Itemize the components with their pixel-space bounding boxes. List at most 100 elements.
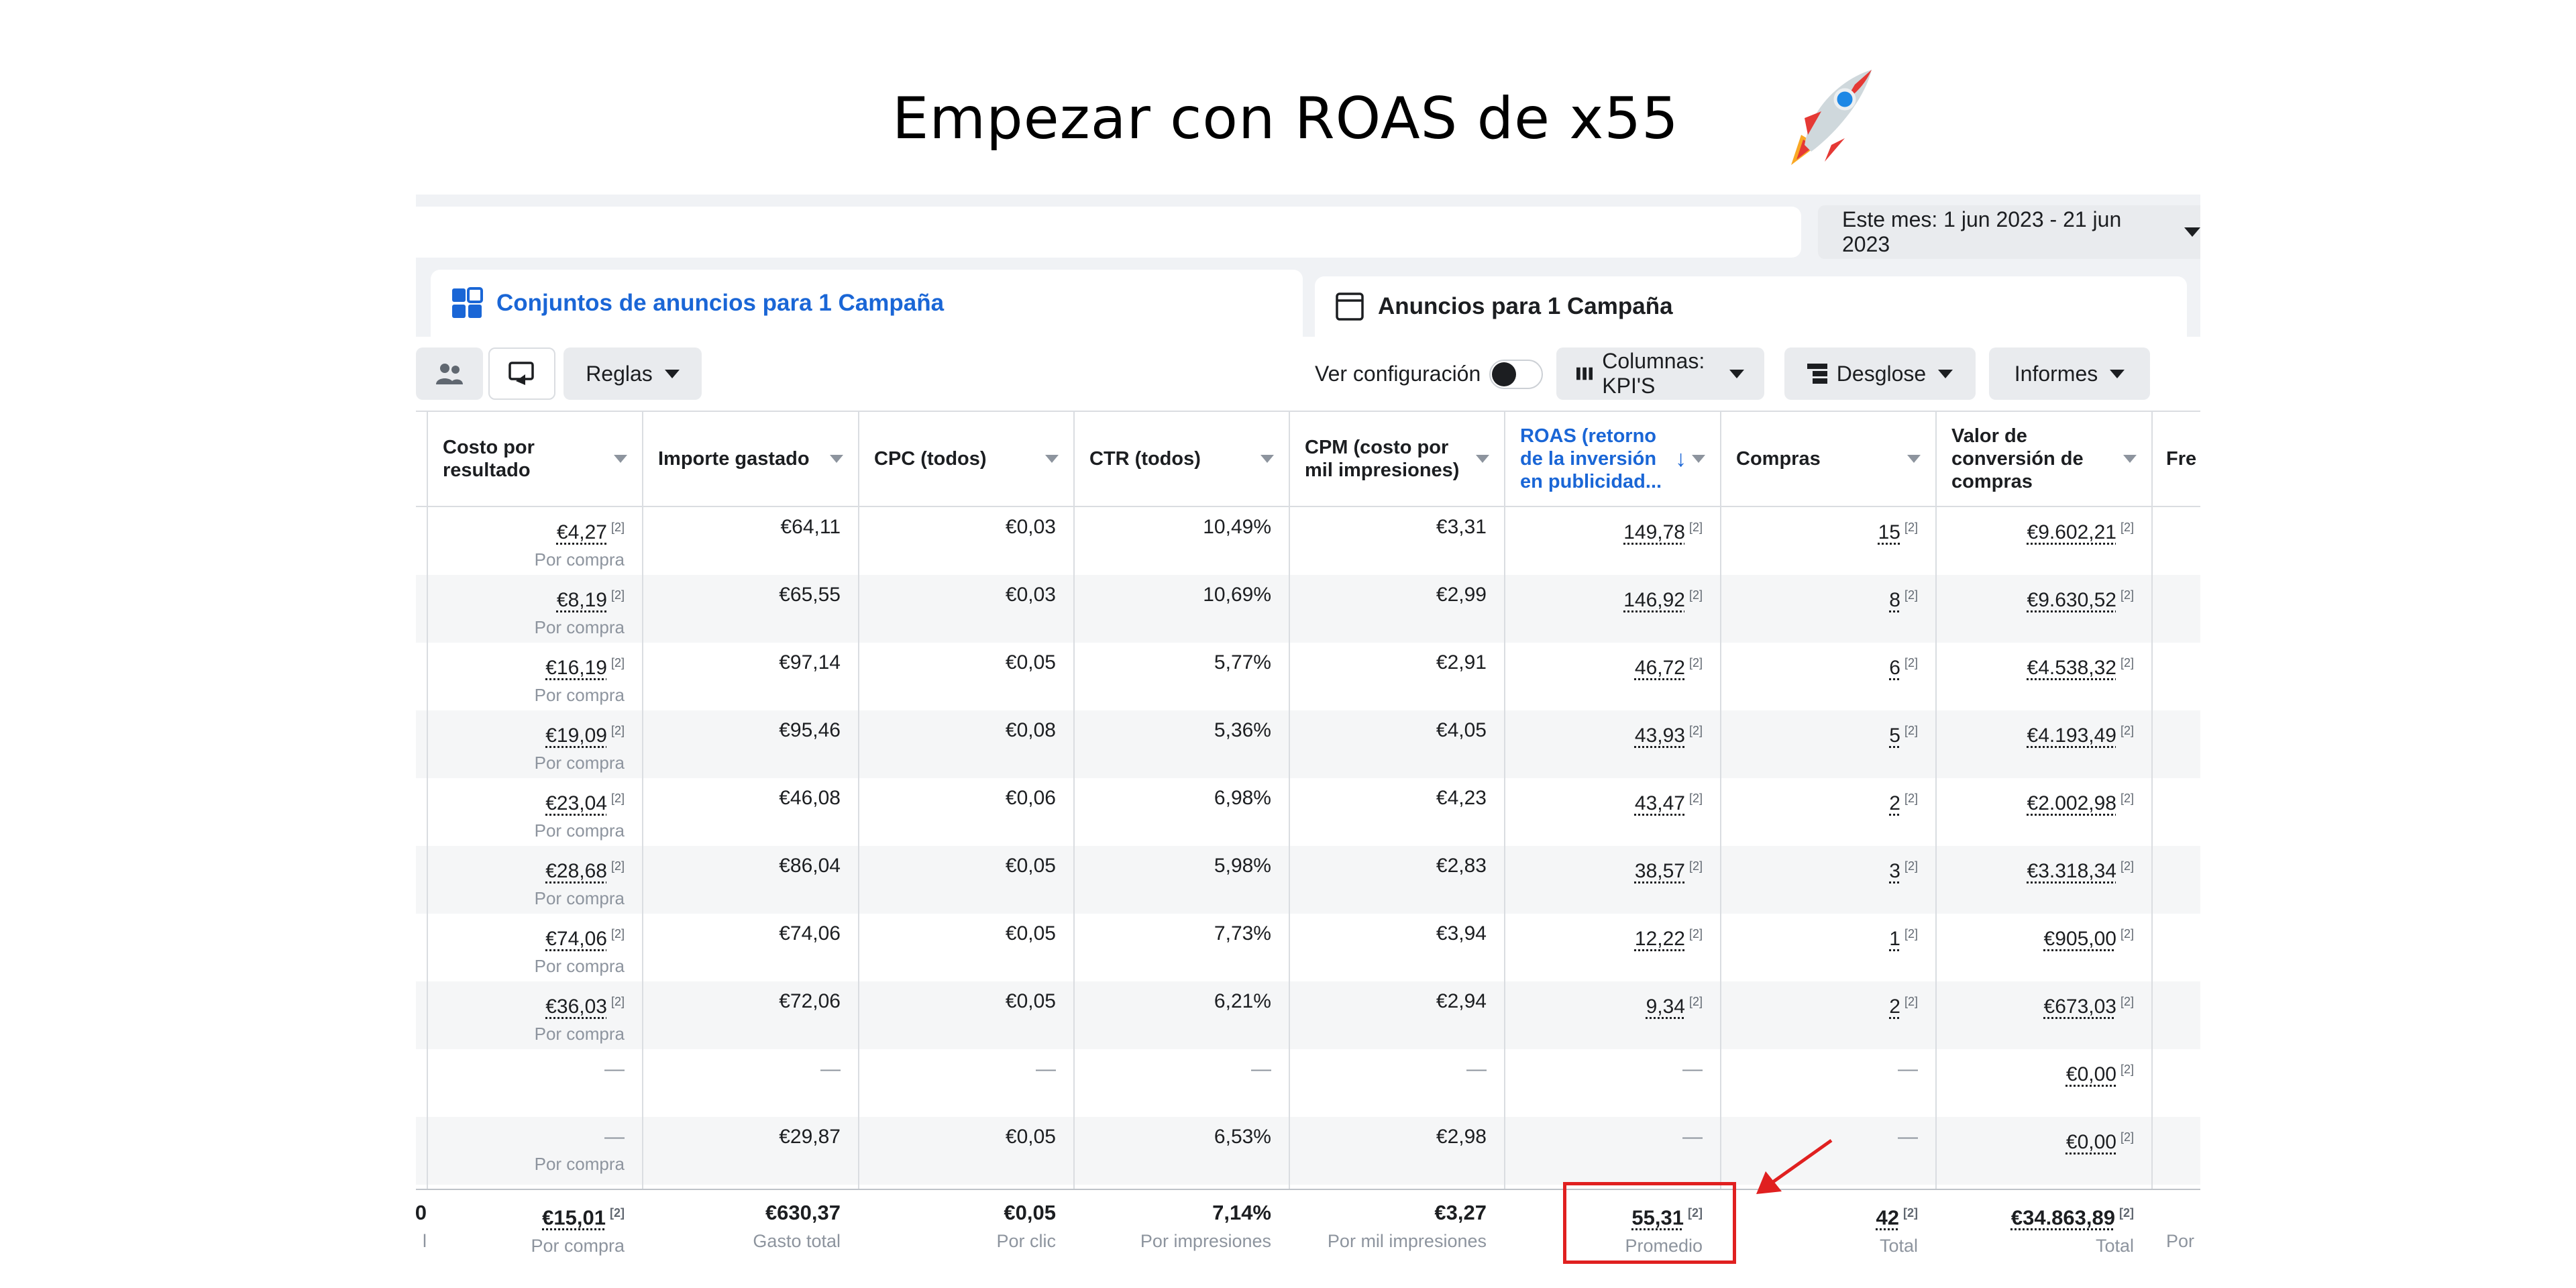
rules-button[interactable]: Reglas bbox=[564, 347, 702, 400]
cell-purchases[interactable]: — bbox=[1721, 1049, 1935, 1117]
cell-value[interactable]: €0,00 [2] bbox=[1937, 1049, 2151, 1117]
column-header-ctr[interactable]: CTR (todos) bbox=[1075, 412, 1289, 506]
cell-spent: €72,06 bbox=[779, 990, 841, 1012]
cell-roas[interactable]: 43,93 [2] bbox=[1505, 710, 1720, 778]
cell-sub-label: Por compra bbox=[534, 820, 625, 841]
red-arrow-icon bbox=[1756, 1138, 1833, 1194]
cell-value[interactable]: €905,00 [2] bbox=[1937, 914, 2151, 981]
cell-sub-label: Por compra bbox=[534, 549, 625, 570]
cell-sub-label: Por compra bbox=[534, 956, 625, 976]
cell-ctr: 10,49% bbox=[1203, 516, 1271, 538]
tab-ad-sets[interactable]: Conjuntos de anuncios para 1 Campaña bbox=[431, 270, 1303, 337]
cell-sub-label: Por compra bbox=[534, 1154, 625, 1174]
totals-cpm: €3,27 Por mil impresiones bbox=[1327, 1201, 1487, 1251]
cell-value[interactable]: €4.538,32 [2] bbox=[1937, 643, 2151, 710]
cell-roas[interactable]: — bbox=[1505, 1049, 1720, 1117]
cell-cost[interactable]: €19,09 [2] Por compra bbox=[428, 710, 642, 778]
cell-purchases[interactable]: 5 [2] bbox=[1721, 710, 1935, 778]
caret-down-icon bbox=[2184, 227, 2200, 237]
cell-roas[interactable]: 43,47 [2] bbox=[1505, 778, 1720, 846]
cell-value[interactable]: €3.318,34 [2] bbox=[1937, 846, 2151, 914]
cell-cost[interactable]: €74,06 [2] Por compra bbox=[428, 914, 642, 981]
cell-roas[interactable]: — bbox=[1505, 1117, 1720, 1185]
cell-ctr: 5,77% bbox=[1214, 651, 1271, 674]
reports-button[interactable]: Informes bbox=[1989, 347, 2150, 400]
ad-sets-grid-icon bbox=[451, 287, 483, 319]
view-settings-toggle[interactable] bbox=[1489, 360, 1543, 389]
cell-purchases[interactable]: 2 [2] bbox=[1721, 778, 1935, 846]
cell-cpc: €0,03 bbox=[1005, 516, 1056, 538]
column-header-conversion-value[interactable]: Valor de conversión de compras bbox=[1937, 412, 2151, 506]
cell-cost[interactable]: — bbox=[428, 1049, 642, 1117]
cell-roas[interactable]: 149,78 [2] bbox=[1505, 507, 1720, 575]
cell-value[interactable]: €673,03 [2] bbox=[1937, 981, 2151, 1049]
cell-cost[interactable]: — Por compra bbox=[428, 1117, 642, 1185]
cell-value[interactable]: €9.602,21 [2] bbox=[1937, 507, 2151, 575]
columns-button[interactable]: Columnas: KPI'S bbox=[1556, 347, 1764, 400]
caret-down-icon bbox=[2110, 369, 2125, 378]
cell-purchases[interactable]: 6 [2] bbox=[1721, 643, 1935, 710]
cell-purchases[interactable]: 8 [2] bbox=[1721, 575, 1935, 643]
cell-cpm: — bbox=[1466, 1058, 1487, 1080]
cell-cpc: — bbox=[1036, 1058, 1056, 1080]
cell-cost[interactable]: €23,04 [2] Por compra bbox=[428, 778, 642, 846]
cell-roas[interactable]: 146,92 [2] bbox=[1505, 575, 1720, 643]
cell-spent: €97,14 bbox=[779, 651, 841, 674]
cell-purchases[interactable]: 3 [2] bbox=[1721, 846, 1935, 914]
caret-down-icon bbox=[1907, 455, 1921, 463]
cell-cost[interactable]: €16,19 [2] Por compra bbox=[428, 643, 642, 710]
search-bar[interactable] bbox=[416, 207, 1801, 258]
totals-row: 0 l €15,01 [2] Por compra €630,37 Gasto t… bbox=[416, 1189, 2200, 1288]
cell-roas[interactable]: 38,57 [2] bbox=[1505, 846, 1720, 914]
column-header-cost-per-result[interactable]: Costo por resultado bbox=[428, 412, 642, 506]
cell-cpc: €0,05 bbox=[1005, 1126, 1056, 1148]
caret-down-icon bbox=[1729, 369, 1744, 378]
cell-cpm: €2,94 bbox=[1436, 990, 1487, 1012]
totals-cpc: €0,05 Por clic bbox=[996, 1201, 1056, 1251]
cell-cpc: €0,08 bbox=[1005, 719, 1056, 741]
tab-ads-label: Anuncios para 1 Campaña bbox=[1378, 293, 1673, 319]
cell-value[interactable]: €9.630,52 [2] bbox=[1937, 575, 2151, 643]
date-range-picker[interactable]: Este mes: 1 jun 2023 - 21 jun 2023 bbox=[1818, 205, 2200, 259]
cell-purchases[interactable]: 15 [2] bbox=[1721, 507, 1935, 575]
cell-roas[interactable]: 12,22 [2] bbox=[1505, 914, 1720, 981]
cell-ctr: 6,53% bbox=[1214, 1126, 1271, 1148]
cell-roas[interactable]: 46,72 [2] bbox=[1505, 643, 1720, 710]
breakdown-button[interactable]: Desglose bbox=[1784, 347, 1976, 400]
tab-ad-sets-label: Conjuntos de anuncios para 1 Campaña bbox=[496, 290, 945, 316]
caret-down-icon bbox=[1260, 455, 1274, 463]
column-header-roas[interactable]: ROAS (retorno de la inversión en publici… bbox=[1505, 412, 1720, 506]
column-header-cpc[interactable]: CPC (todos) bbox=[859, 412, 1073, 506]
cell-roas[interactable]: 9,34 [2] bbox=[1505, 981, 1720, 1049]
cell-cpm: €2,91 bbox=[1436, 651, 1487, 674]
roas-highlight-box bbox=[1563, 1182, 1736, 1264]
cell-value[interactable]: €2.002,98 [2] bbox=[1937, 778, 2151, 846]
people-button[interactable] bbox=[416, 347, 483, 400]
cell-spent: €65,55 bbox=[779, 584, 841, 606]
columns-icon bbox=[1576, 367, 1593, 380]
cell-cpc: €0,05 bbox=[1005, 990, 1056, 1012]
cell-value[interactable]: €0,00 [2] bbox=[1937, 1117, 2151, 1185]
cell-sub-label: Por compra bbox=[534, 685, 625, 705]
totals-cut-cell: 0 l bbox=[416, 1190, 429, 1288]
cell-value[interactable]: €4.193,49 [2] bbox=[1937, 710, 2151, 778]
cell-cpm: €3,94 bbox=[1436, 922, 1487, 945]
cell-cost[interactable]: €28,68 [2] Por compra bbox=[428, 846, 642, 914]
column-header-frequency[interactable]: Fre bbox=[2153, 412, 2200, 506]
column-header-purchases[interactable]: Compras bbox=[1721, 412, 1935, 506]
totals-cut-sub: l bbox=[423, 1231, 427, 1251]
cell-cost[interactable]: €8,19 [2] Por compra bbox=[428, 575, 642, 643]
cell-purchases[interactable]: 2 [2] bbox=[1721, 981, 1935, 1049]
column-header-amount-spent[interactable]: Importe gastado bbox=[643, 412, 858, 506]
cell-cpc: €0,03 bbox=[1005, 584, 1056, 606]
totals-conversion-value: €34.863,89 [2] Total bbox=[2010, 1205, 2134, 1256]
cell-cost[interactable]: €36,03 [2] Por compra bbox=[428, 981, 642, 1049]
cell-cost[interactable]: €4,27 [2] Por compra bbox=[428, 507, 642, 575]
totals-ctr: 7,14% Por impresiones bbox=[1140, 1201, 1271, 1251]
cell-purchases[interactable]: 1 [2] bbox=[1721, 914, 1935, 981]
share-button[interactable] bbox=[488, 347, 555, 400]
tab-ads[interactable]: Anuncios para 1 Campaña bbox=[1315, 276, 2187, 337]
data-table: Costo por resultado Importe gastado CPC … bbox=[416, 411, 2200, 1288]
column-header-cpm[interactable]: CPM (costo por mil impresiones) bbox=[1290, 412, 1504, 506]
cell-ctr: 6,98% bbox=[1214, 787, 1271, 809]
